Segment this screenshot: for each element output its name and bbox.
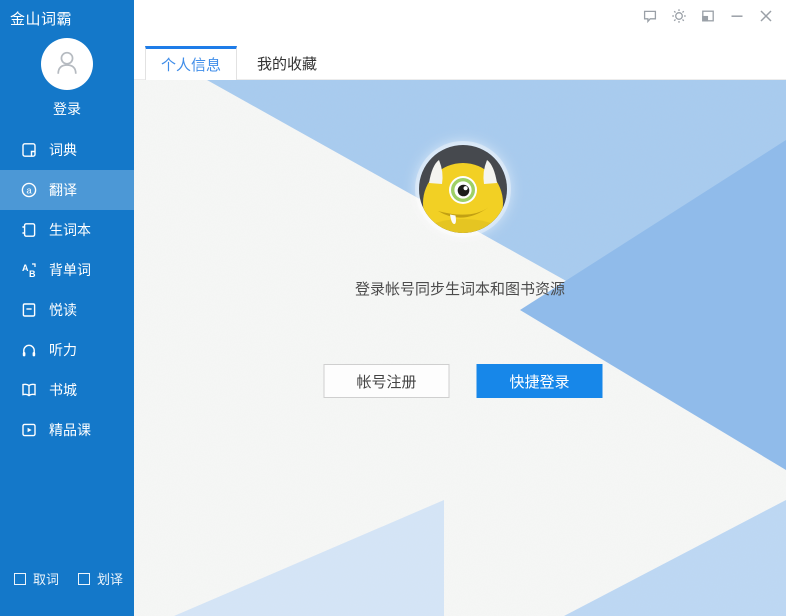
dictionary-icon <box>20 141 38 159</box>
toggle-highlight-translate[interactable]: 划译 <box>78 569 123 588</box>
titlebar <box>134 0 786 24</box>
sidebar-item-label: 悦读 <box>49 300 77 320</box>
app-title: 金山词霸 <box>10 8 72 29</box>
sidebar-footer: 取词 划译 <box>14 569 123 588</box>
quick-login-button[interactable]: 快捷登录 <box>477 364 603 398</box>
sidebar-item-label: 书城 <box>49 380 77 400</box>
minimize-icon[interactable] <box>729 8 745 24</box>
sidebar-item-label: 精品课 <box>49 420 91 440</box>
svg-text:A: A <box>22 263 29 273</box>
toggle-label: 取词 <box>33 569 59 588</box>
app-window: 金山词霸 登录 词典 <box>0 0 786 616</box>
sidebar-item-recite-words[interactable]: A B 背单词 <box>0 250 134 290</box>
listening-icon <box>20 341 38 359</box>
sidebar-item-label: 听力 <box>49 340 77 360</box>
toggle-label: 划译 <box>97 569 123 588</box>
checkbox-icon[interactable] <box>14 573 26 585</box>
tab-personal-info[interactable]: 个人信息 <box>145 46 237 80</box>
sidebar-item-label: 词典 <box>49 140 77 160</box>
person-icon <box>52 47 82 82</box>
toggle-word-capture[interactable]: 取词 <box>14 569 59 588</box>
sidebar-item-listening[interactable]: 听力 <box>0 330 134 370</box>
sidebar-item-label: 生词本 <box>49 220 91 240</box>
tab-bar: 个人信息 我的收藏 <box>134 46 786 80</box>
sidebar-item-label: 背单词 <box>49 260 91 280</box>
translate-icon: a <box>20 181 38 199</box>
sidebar-nav: 词典 a 翻译 生词本 <box>0 130 134 450</box>
sidebar: 金山词霸 登录 词典 <box>0 0 134 616</box>
svg-text:B: B <box>29 269 36 279</box>
login-sync-message: 登录帐号同步生词本和图书资源 <box>134 278 786 299</box>
sidebar-item-course[interactable]: 精品课 <box>0 410 134 450</box>
login-label[interactable]: 登录 <box>0 99 134 119</box>
recite-words-icon: A B <box>20 261 38 279</box>
login-block[interactable]: 登录 <box>0 38 134 119</box>
sidebar-item-translate[interactable]: a 翻译 <box>0 170 134 210</box>
sidebar-item-reading[interactable]: 悦读 <box>0 290 134 330</box>
feedback-icon[interactable] <box>642 8 658 24</box>
tab-my-favorites[interactable]: 我的收藏 <box>237 46 337 80</box>
course-icon <box>20 421 38 439</box>
avatar[interactable] <box>41 38 93 90</box>
button-row: 帐号注册 快捷登录 <box>324 364 603 398</box>
sidebar-item-dictionary[interactable]: 词典 <box>0 130 134 170</box>
checkbox-icon[interactable] <box>78 573 90 585</box>
close-icon[interactable] <box>758 8 774 24</box>
reading-icon <box>20 301 38 319</box>
register-button[interactable]: 帐号注册 <box>324 364 450 398</box>
sidebar-item-wordbook[interactable]: 生词本 <box>0 210 134 250</box>
sidebar-item-label: 翻译 <box>49 180 77 200</box>
bookstore-icon <box>20 381 38 399</box>
sidebar-item-bookstore[interactable]: 书城 <box>0 370 134 410</box>
content-panel: 登录帐号同步生词本和图书资源 帐号注册 快捷登录 <box>134 80 786 616</box>
wordbook-icon <box>20 221 38 239</box>
settings-icon[interactable] <box>671 8 687 24</box>
main-area: 个人信息 我的收藏 <box>134 0 786 616</box>
svg-text:a: a <box>26 185 32 196</box>
mascot-avatar <box>419 145 507 233</box>
mini-window-icon[interactable] <box>700 8 716 24</box>
